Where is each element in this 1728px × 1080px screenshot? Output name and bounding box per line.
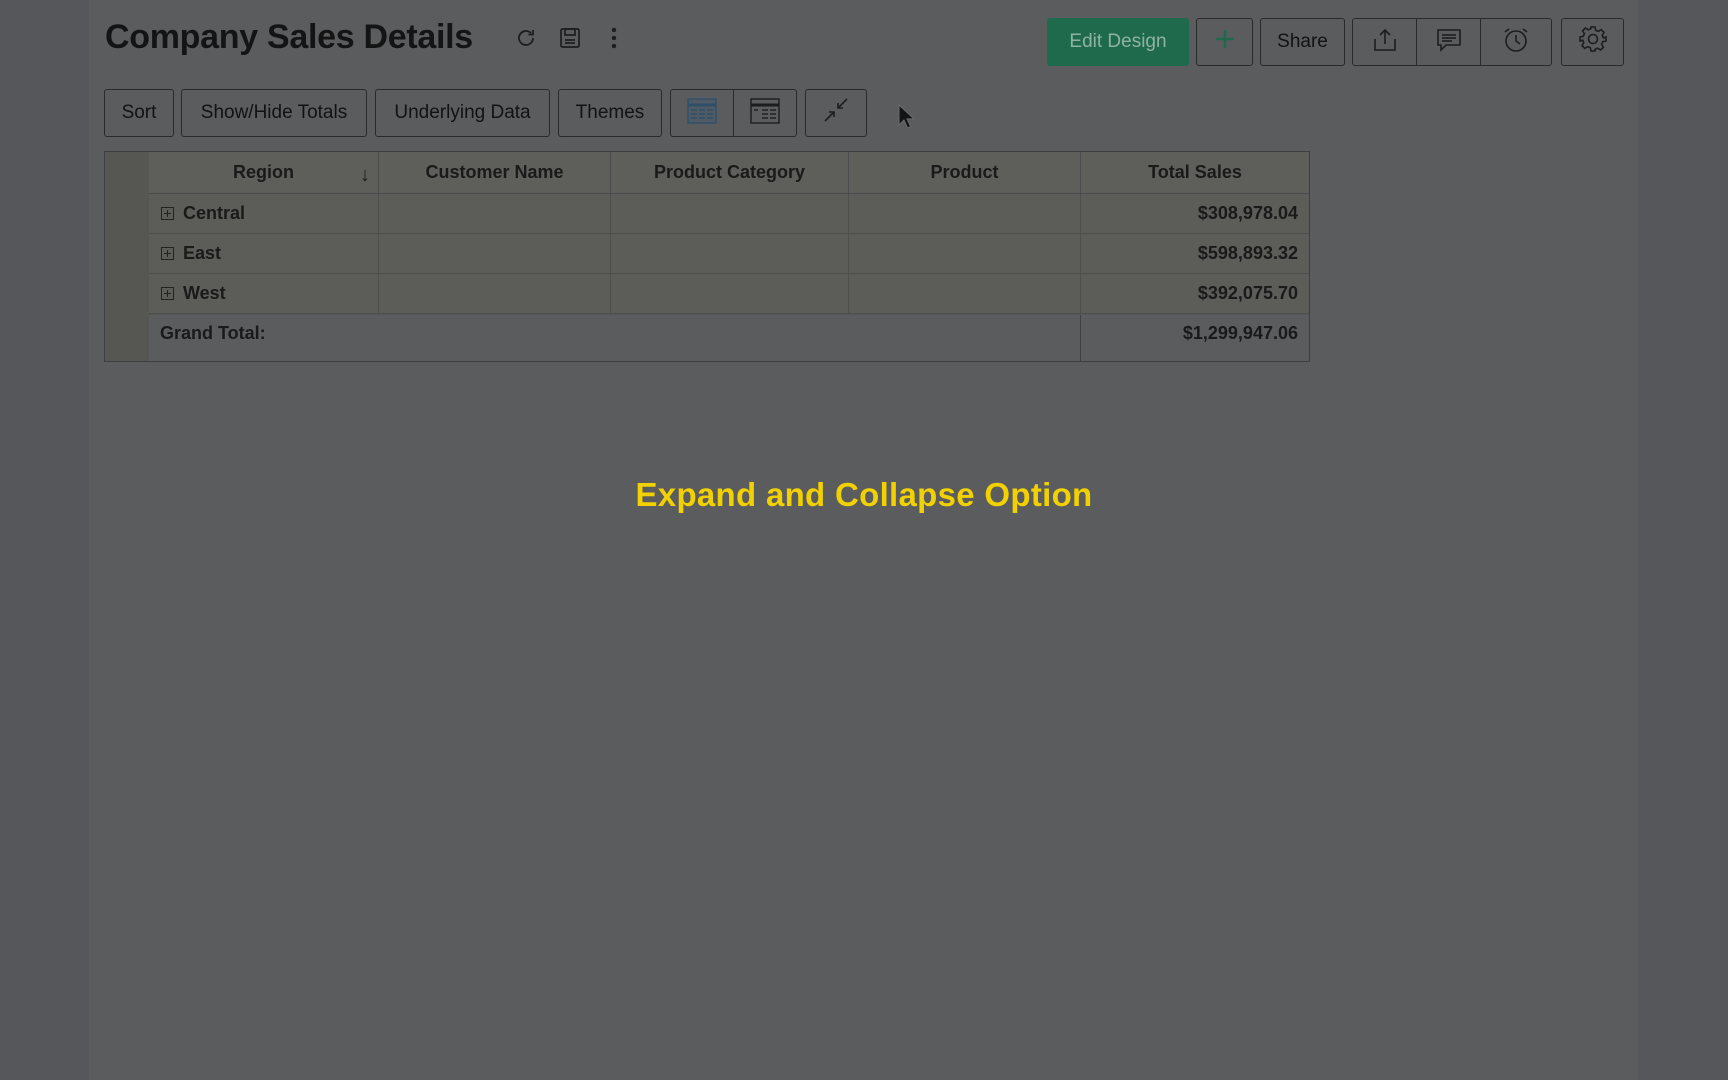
settings-button[interactable] bbox=[1561, 18, 1624, 66]
caption-overlay: Expand and Collapse Option bbox=[635, 476, 1093, 513]
table-row[interactable]: Central bbox=[149, 194, 379, 234]
collapse-button[interactable] bbox=[805, 89, 867, 137]
expand-icon[interactable] bbox=[161, 207, 174, 220]
sort-button[interactable]: Sort bbox=[104, 89, 174, 137]
table-cell bbox=[379, 194, 611, 234]
themes-button[interactable]: Themes bbox=[558, 89, 662, 137]
total-sales-cell: $392,075.70 bbox=[1081, 274, 1309, 314]
total-sales-cell: $598,893.32 bbox=[1081, 234, 1309, 274]
total-sales-cell: $308,978.04 bbox=[1081, 194, 1309, 234]
table-cell bbox=[379, 234, 611, 274]
comment-icon bbox=[1435, 27, 1463, 58]
expand-icon[interactable] bbox=[161, 247, 174, 260]
edit-design-button[interactable]: Edit Design bbox=[1047, 18, 1189, 66]
share-button[interactable]: Share bbox=[1260, 18, 1345, 66]
collapse-icon bbox=[821, 95, 851, 131]
title-actions bbox=[512, 24, 628, 52]
column-header-region[interactable]: Region ↓ bbox=[149, 152, 379, 194]
gear-icon bbox=[1578, 24, 1608, 60]
show-hide-totals-button[interactable]: Show/Hide Totals bbox=[181, 89, 367, 137]
schedule-button[interactable] bbox=[1481, 19, 1550, 65]
export-icon bbox=[1371, 27, 1399, 58]
tabular-view-button[interactable] bbox=[671, 90, 734, 136]
table-cell bbox=[849, 274, 1081, 314]
table-cell bbox=[849, 194, 1081, 234]
save-icon[interactable] bbox=[556, 24, 584, 52]
sort-arrow-icon[interactable]: ↓ bbox=[360, 164, 370, 187]
more-vertical-icon[interactable] bbox=[600, 24, 628, 52]
column-header-total-sales[interactable]: Total Sales bbox=[1081, 152, 1309, 194]
summary-view-button[interactable] bbox=[734, 90, 795, 136]
pivot-table: Region ↓ Customer Name Product Category … bbox=[104, 151, 1310, 362]
underlying-data-button[interactable]: Underlying Data bbox=[375, 89, 550, 137]
add-button[interactable] bbox=[1196, 18, 1253, 66]
summary-view-icon bbox=[749, 97, 781, 130]
tabular-view-icon bbox=[686, 97, 718, 130]
table-cell bbox=[611, 234, 849, 274]
mouse-cursor-icon bbox=[898, 103, 916, 135]
alarm-icon bbox=[1501, 26, 1531, 59]
table-row[interactable]: West bbox=[149, 274, 379, 314]
comment-button[interactable] bbox=[1417, 19, 1481, 65]
table-cell bbox=[379, 274, 611, 314]
refresh-icon[interactable] bbox=[512, 24, 540, 52]
report-page: Company Sales Details Edit Design Share … bbox=[89, 0, 1638, 1080]
grand-total-value: $1,299,947.06 bbox=[1081, 315, 1309, 361]
page-title: Company Sales Details bbox=[105, 18, 473, 56]
table-cell bbox=[611, 274, 849, 314]
grand-total-label: Grand Total: bbox=[149, 315, 1081, 361]
column-header-product-category[interactable]: Product Category bbox=[611, 152, 849, 194]
table-cell bbox=[611, 194, 849, 234]
add-icon bbox=[1214, 28, 1236, 56]
column-header-product[interactable]: Product bbox=[849, 152, 1081, 194]
export-button[interactable] bbox=[1353, 19, 1417, 65]
column-header-customer-name[interactable]: Customer Name bbox=[379, 152, 611, 194]
table-cell bbox=[849, 234, 1081, 274]
header-action-group bbox=[1352, 18, 1552, 66]
view-toggle-group bbox=[670, 89, 797, 137]
row-gutter bbox=[105, 152, 150, 361]
expand-icon[interactable] bbox=[161, 287, 174, 300]
table-row[interactable]: East bbox=[149, 234, 379, 274]
